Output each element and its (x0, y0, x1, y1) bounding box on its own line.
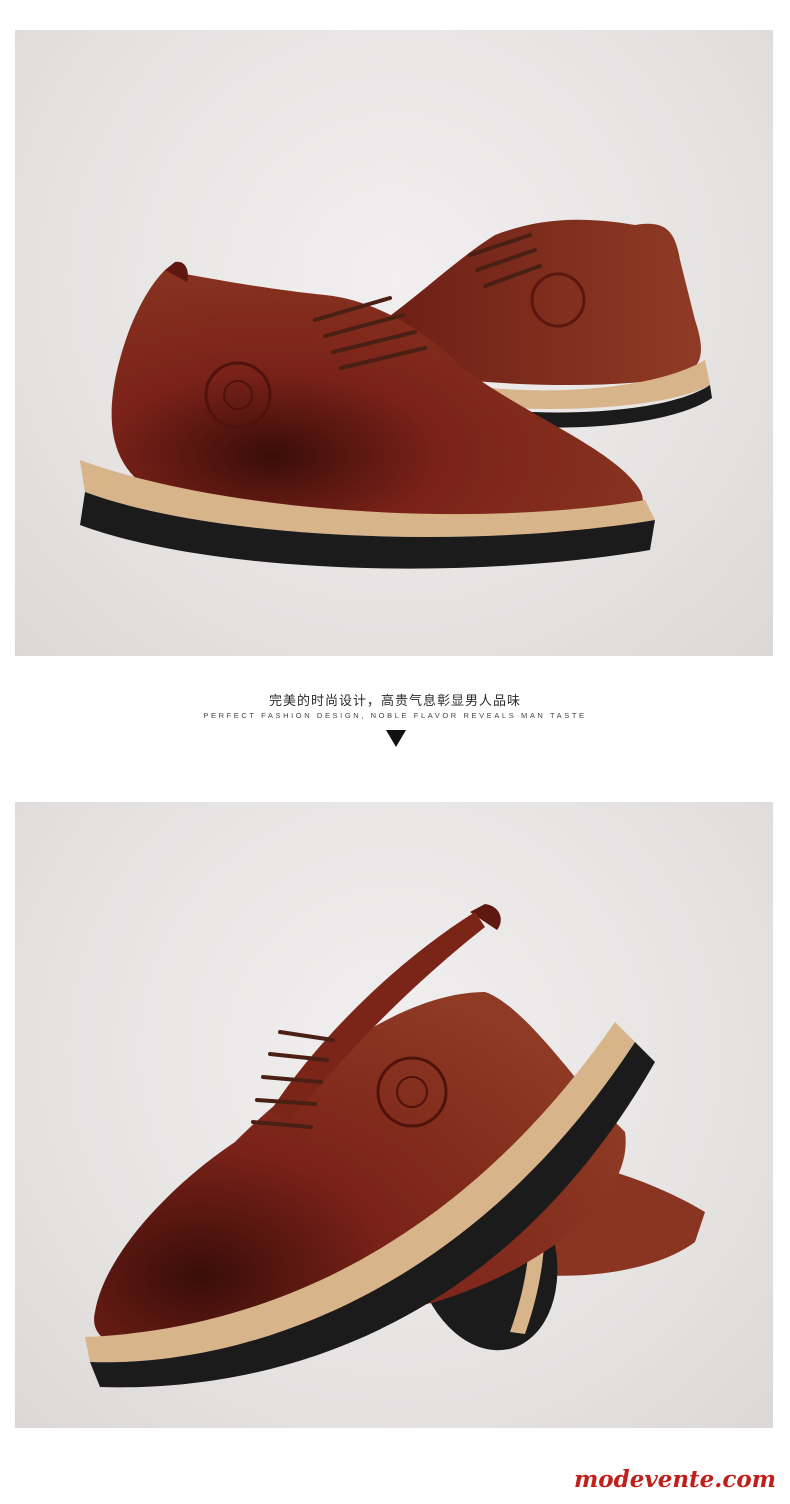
triangle-down-icon (386, 730, 406, 747)
product-photo-bottom (15, 802, 773, 1428)
product-photo-top (15, 30, 773, 656)
headline-chinese: 完美的时尚设计，高贵气息彰显男人品味 (268, 694, 521, 709)
watermark-text: modevente.com (573, 1466, 776, 1493)
shoe-illustration-top (80, 219, 712, 569)
headline-english: PERFECT FASHION DESIGN, NOBLE FLAVOR REV… (203, 711, 587, 720)
shoe-illustration-bottom (85, 904, 705, 1388)
